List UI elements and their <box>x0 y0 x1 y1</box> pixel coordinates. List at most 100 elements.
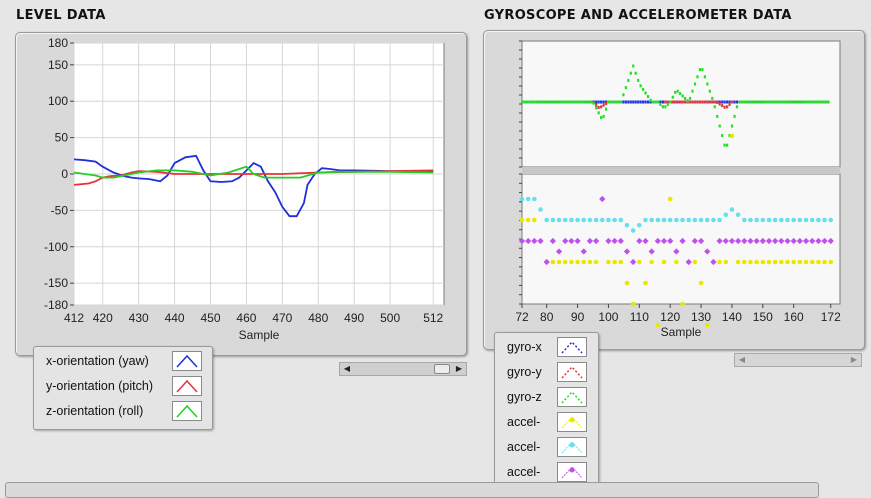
accel-point <box>704 322 710 328</box>
accel-point <box>735 259 741 265</box>
accel-y-swatch-icon[interactable] <box>557 437 587 457</box>
legend-item-accel-x[interactable]: accel- <box>495 412 598 434</box>
gyro-point <box>723 100 726 104</box>
gyro-point <box>676 89 679 93</box>
accel-z-swatch-icon[interactable] <box>557 462 587 482</box>
accel-point <box>538 207 543 212</box>
accel-point <box>680 301 685 307</box>
gyro-point <box>721 100 724 104</box>
gyro-point <box>590 100 593 104</box>
legend-item-accel-z[interactable]: accel- <box>495 462 598 484</box>
accel-point <box>569 217 574 223</box>
accel-point <box>593 217 599 223</box>
gyro-point <box>693 82 697 86</box>
gyro-point <box>639 100 642 104</box>
gyro-point <box>585 100 588 104</box>
accel-point <box>741 217 747 223</box>
scroll-right-icon[interactable]: ▶ <box>452 363 466 375</box>
gyro-point <box>548 100 551 104</box>
legend-item-accel-y[interactable]: accel- <box>495 437 598 459</box>
x-tick-label: 470 <box>272 311 292 325</box>
gyro-point <box>706 100 709 104</box>
accel-x-swatch-icon[interactable] <box>557 412 587 432</box>
x-tick-label: 72 <box>515 310 529 324</box>
accel-point <box>667 217 673 223</box>
gyro-point <box>684 96 687 100</box>
legend-item-gyro-x[interactable]: gyro-x <box>495 337 598 359</box>
accel-point <box>525 196 531 202</box>
accel-point <box>581 217 587 223</box>
accel-point <box>599 217 605 223</box>
roll-swatch-icon[interactable] <box>172 401 202 421</box>
gyro-point <box>555 100 558 104</box>
gyro-scrollbar[interactable]: ◀ ▶ <box>734 353 862 367</box>
gyro-point <box>686 99 689 103</box>
legend-label: x-orientation (yaw) <box>46 354 149 368</box>
accel-point <box>618 217 624 223</box>
accel-point <box>674 217 679 223</box>
bottom-panel <box>5 482 819 498</box>
gyro-point <box>632 100 635 104</box>
x-axis-label: Sample <box>661 325 702 339</box>
scroll-left-icon[interactable]: ◀ <box>735 354 749 366</box>
gyro-point <box>570 100 573 104</box>
gyro-y-swatch-icon[interactable] <box>557 362 587 382</box>
x-tick-label: 120 <box>660 310 680 324</box>
accel-point <box>729 207 735 212</box>
gyro-point <box>644 100 647 104</box>
gyro-point <box>718 124 721 128</box>
gyro-point <box>817 100 820 104</box>
accel-point <box>550 217 556 223</box>
legend-item-gyro-z[interactable]: gyro-z <box>495 387 598 409</box>
scroll-right-icon[interactable]: ▶ <box>847 354 861 366</box>
gyro-point <box>600 116 603 120</box>
accel-point <box>581 259 587 265</box>
legend-item-roll[interactable]: z-orientation (roll) <box>34 401 212 423</box>
pitch-swatch-icon[interactable] <box>172 376 202 396</box>
gyro-point <box>624 100 627 104</box>
gyro-point <box>805 100 808 104</box>
scroll-thumb[interactable] <box>434 364 450 374</box>
level-chart: 412 420 430 440 450 460 470 480 490 500 5121801501… <box>44 36 445 342</box>
accel-point <box>532 217 537 223</box>
gyro-point <box>592 101 595 105</box>
gyro-point <box>597 100 600 104</box>
accel-point <box>519 217 525 223</box>
accel-point <box>735 212 741 218</box>
gyro-point <box>614 100 618 104</box>
gyro-point <box>723 105 726 109</box>
accel-point <box>766 259 772 265</box>
accel-plot-area <box>521 173 841 305</box>
legend-item-pitch[interactable]: y-orientation (pitch) <box>34 376 212 398</box>
x-axis-label: Sample <box>239 328 280 342</box>
gyro-point <box>723 143 726 147</box>
gyro-point <box>577 100 581 104</box>
accel-point <box>637 259 642 265</box>
yaw-swatch-icon[interactable] <box>172 351 202 371</box>
gyro-point <box>797 100 800 104</box>
accel-point <box>816 259 821 265</box>
gyro-point <box>676 100 679 104</box>
gyro-point <box>770 100 773 104</box>
accel-point <box>550 259 556 265</box>
legend-label: accel- <box>507 465 541 479</box>
gyro-point <box>664 105 667 109</box>
gyro-point <box>750 100 753 104</box>
gyro-point <box>597 111 600 115</box>
gyro-point <box>607 100 610 104</box>
y-tick-label: -150 <box>44 276 68 290</box>
gyro-z-swatch-icon[interactable] <box>557 387 587 407</box>
level-scrollbar[interactable]: ◀ ▶ <box>339 362 467 376</box>
gyro-point <box>758 100 761 104</box>
gyro-point <box>716 114 719 118</box>
gyro-point <box>698 100 702 104</box>
gyro-point <box>708 100 711 104</box>
gyro-point <box>716 100 719 104</box>
gyro-point <box>713 100 716 104</box>
legend-item-yaw[interactable]: x-orientation (yaw) <box>34 351 212 373</box>
scroll-left-icon[interactable]: ◀ <box>340 363 354 375</box>
legend-item-gyro-y[interactable]: gyro-y <box>495 362 598 384</box>
x-tick-label: 90 <box>571 310 585 324</box>
gyro-x-swatch-icon[interactable] <box>557 337 587 357</box>
accel-point <box>809 259 815 265</box>
